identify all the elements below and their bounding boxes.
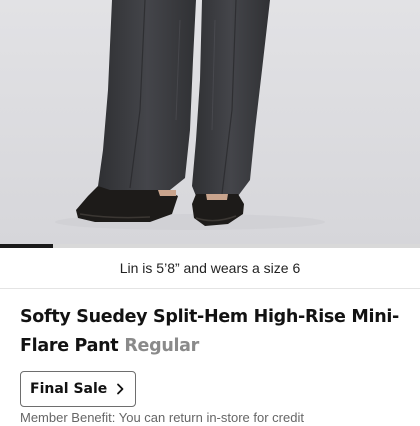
product-name: Softy Suedey Split-Hem High-Rise Mini-Fl… [20, 307, 400, 356]
final-sale-button[interactable]: Final Sale [20, 371, 137, 407]
model-size-info: Lin is 5’8” and wears a size 6 [119, 260, 301, 276]
chevron-right-icon [115, 383, 125, 395]
fit-variant-label: Regular [124, 336, 200, 356]
model-info-bar: Lin is 5’8” and wears a size 6 [0, 248, 420, 289]
product-title: Softy Suedey Split-Hem High-Rise Mini-Fl… [20, 303, 400, 361]
final-sale-label: Final Sale [30, 381, 108, 397]
product-photo-illustration [0, 0, 420, 248]
member-benefit-text: Member Benefit: You can return in-store … [20, 410, 304, 425]
product-image[interactable] [0, 0, 420, 248]
